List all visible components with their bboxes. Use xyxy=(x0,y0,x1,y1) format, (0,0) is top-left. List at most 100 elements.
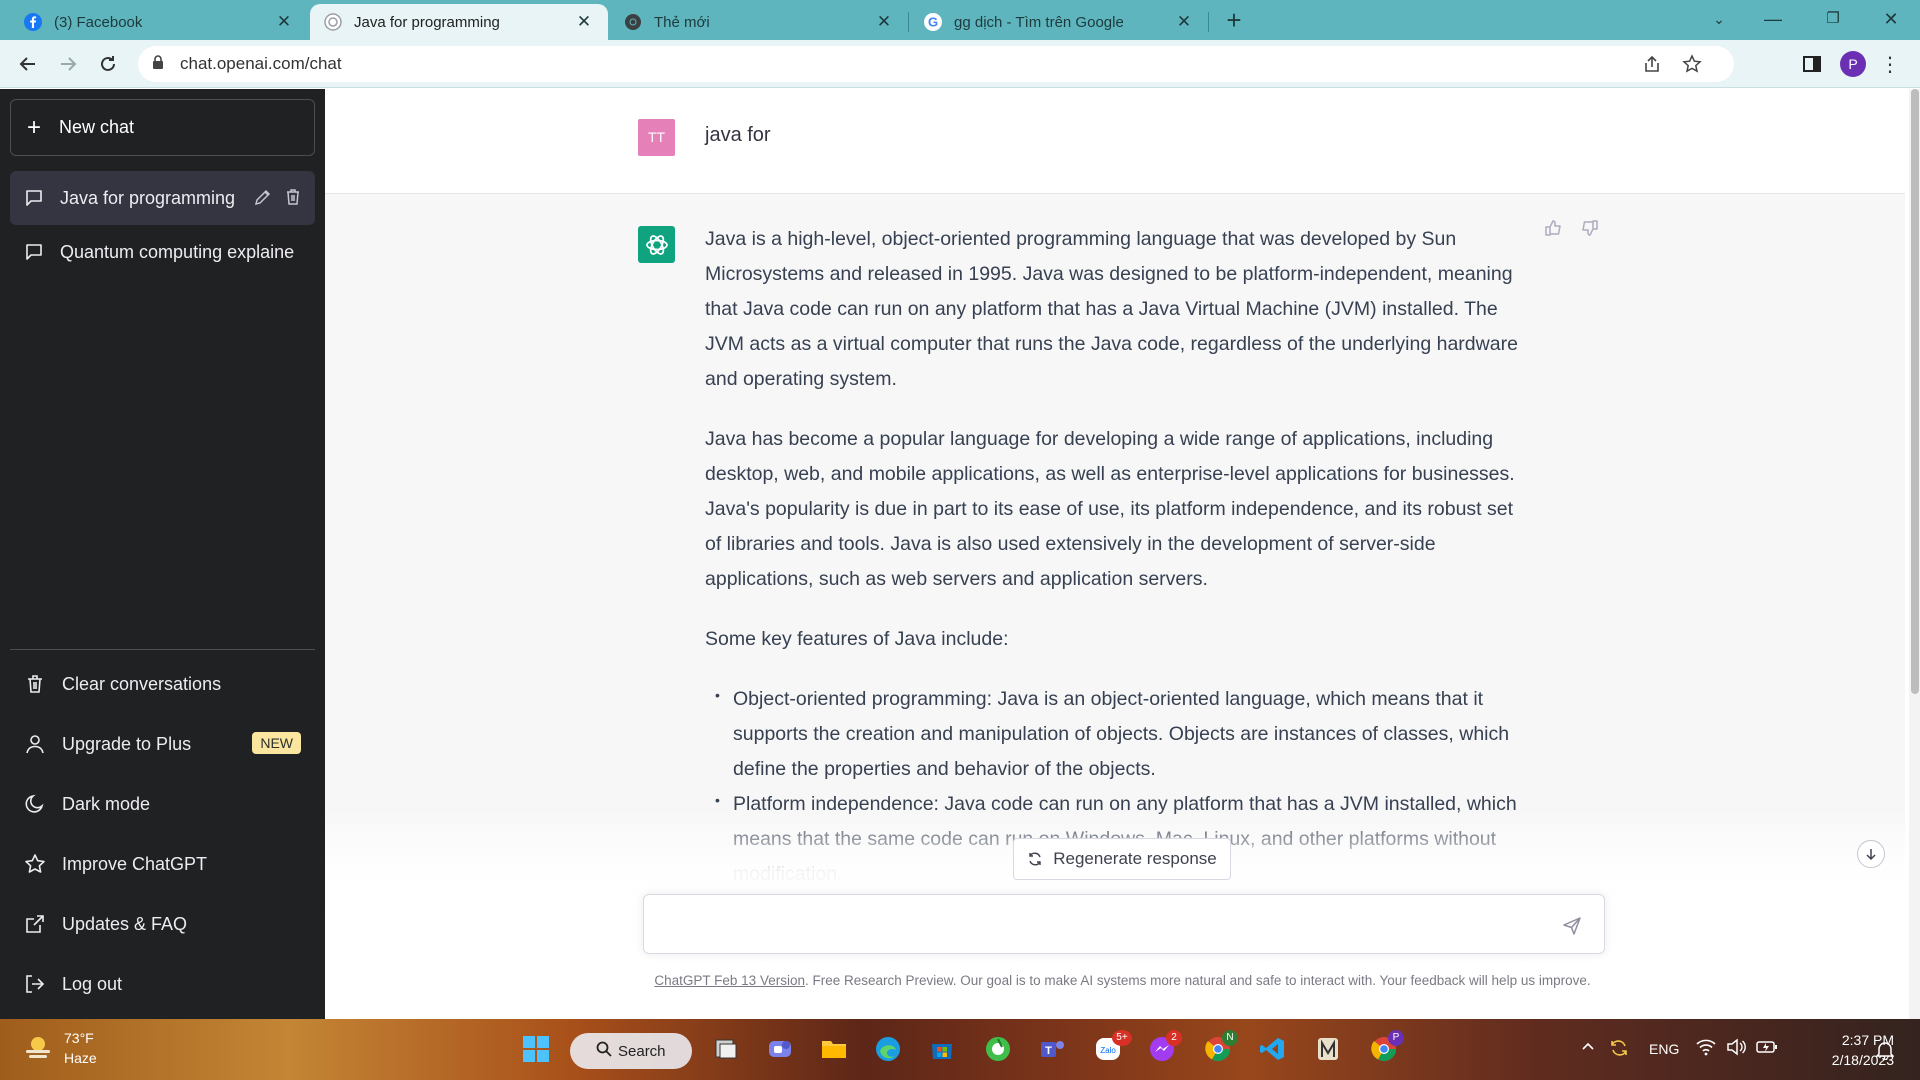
zalo-badge: 5+ xyxy=(1112,1030,1132,1046)
address-bar[interactable]: chat.openai.com/chat xyxy=(138,46,1734,82)
tab-java-for-programming[interactable]: Java for programming ✕ xyxy=(310,4,608,40)
assistant-answer: Java is a high-level, object-oriented pr… xyxy=(705,222,1525,892)
thumbs-up-icon[interactable] xyxy=(1544,218,1566,240)
reload-button[interactable] xyxy=(92,48,124,80)
show-hidden-icons-chevron[interactable] xyxy=(1580,1038,1596,1057)
back-button[interactable] xyxy=(12,48,44,80)
profile-avatar[interactable]: P xyxy=(1840,51,1866,77)
search-label: Search xyxy=(618,1042,666,1060)
user-avatar: TT xyxy=(638,119,675,156)
task-view-icon[interactable] xyxy=(706,1029,746,1069)
message-input[interactable] xyxy=(643,894,1605,954)
edge-browser-icon[interactable] xyxy=(868,1029,908,1069)
coc-coc-icon[interactable] xyxy=(978,1029,1018,1069)
chatgpt-icon xyxy=(324,13,342,31)
volume-icon[interactable] xyxy=(1726,1038,1746,1059)
chrome-p-badge: P xyxy=(1388,1030,1404,1046)
vscode-icon[interactable] xyxy=(1252,1029,1292,1069)
chatgpt-logo-icon xyxy=(638,226,675,263)
new-badge: NEW xyxy=(252,732,301,754)
conversation-item-java[interactable]: Java for programming xyxy=(10,171,315,225)
browser-menu-icon[interactable]: ⋮ xyxy=(1880,52,1900,78)
tab-search-icon[interactable]: ⌄ xyxy=(1696,4,1742,34)
restore-button[interactable]: ❐ xyxy=(1810,4,1856,34)
scrollbar-thumb[interactable] xyxy=(1911,89,1919,694)
tab-separator xyxy=(908,12,909,32)
windows-start-icon[interactable] xyxy=(516,1029,556,1069)
dark-mode-toggle[interactable]: Dark mode xyxy=(10,779,315,829)
updates-faq-link[interactable]: Updates & FAQ xyxy=(10,899,315,949)
user-message-text: java for xyxy=(705,124,771,146)
file-explorer-icon[interactable] xyxy=(814,1029,854,1069)
url-text: chat.openai.com/chat xyxy=(180,54,342,73)
tab-title: Java for programming xyxy=(354,13,500,31)
moon-icon xyxy=(24,793,46,815)
chrome-icon xyxy=(624,13,642,31)
tab-title: (3) Facebook xyxy=(54,13,143,31)
tab-title: gg dịch - Tìm trên Google xyxy=(954,13,1124,31)
close-window-button[interactable]: ✕ xyxy=(1868,4,1914,34)
microsoft-store-icon[interactable] xyxy=(922,1029,962,1069)
conversation-item-quantum[interactable]: Quantum computing explaine xyxy=(10,225,315,279)
search-icon xyxy=(596,1041,612,1061)
thumbs-down-icon[interactable] xyxy=(1579,218,1601,240)
delete-trash-icon[interactable] xyxy=(283,187,305,209)
close-tab-icon[interactable]: ✕ xyxy=(1174,12,1194,32)
regenerate-response-button[interactable]: Regenerate response xyxy=(1013,838,1231,880)
teams-icon[interactable]: T xyxy=(1032,1029,1072,1069)
taskbar-search[interactable]: Search xyxy=(570,1033,692,1069)
refresh-icon xyxy=(1029,852,1041,866)
weather-condition: Haze xyxy=(64,1050,97,1066)
sidebar-divider xyxy=(10,649,315,650)
browser-toolbar: chat.openai.com/chat P ⋮ xyxy=(0,40,1920,88)
new-chat-button[interactable]: + New chat xyxy=(10,99,315,156)
menu-label: Clear conversations xyxy=(62,673,222,694)
close-tab-icon[interactable]: ✕ xyxy=(874,12,894,32)
sync-icon[interactable] xyxy=(1608,1038,1630,1061)
menu-label: Updates & FAQ xyxy=(62,913,188,934)
edit-pencil-icon[interactable] xyxy=(253,187,275,209)
user-icon xyxy=(24,733,46,755)
teams-chat-icon[interactable] xyxy=(760,1029,800,1069)
log-out-button[interactable]: Log out xyxy=(10,959,315,1009)
answer-paragraph: Java has become a popular language for d… xyxy=(705,428,1515,590)
trash-icon xyxy=(24,673,46,695)
forward-button[interactable] xyxy=(52,48,84,80)
tab-new[interactable]: Thẻ mới ✕ xyxy=(610,4,908,40)
scroll-to-bottom-button[interactable] xyxy=(1857,840,1885,868)
list-item: Object-oriented programming: Java is an … xyxy=(715,678,1525,787)
upgrade-to-plus-button[interactable]: Upgrade to Plus NEW xyxy=(10,719,315,769)
chat-bubble-icon xyxy=(24,242,44,262)
language-indicator[interactable]: ENG xyxy=(1649,1041,1679,1057)
tab-title: Thẻ mới xyxy=(654,13,710,31)
battery-icon[interactable] xyxy=(1756,1038,1778,1059)
chrome-n-badge: N xyxy=(1222,1030,1238,1046)
answer-paragraph: Some key features of Java include: xyxy=(705,628,1009,650)
bookmark-star-icon[interactable] xyxy=(1682,54,1702,74)
conversation-label: Quantum computing explaine xyxy=(60,241,295,262)
user-message-row: TT java for xyxy=(325,89,1905,194)
tab-facebook[interactable]: (3) Facebook ✕ xyxy=(10,4,308,40)
arrow-down-icon xyxy=(1866,849,1876,861)
close-tab-icon[interactable]: ✕ xyxy=(274,12,294,32)
menu-label: Log out xyxy=(62,973,123,994)
plus-icon: + xyxy=(27,113,42,141)
side-panel-icon[interactable] xyxy=(1802,54,1824,76)
regenerate-label: Regenerate response xyxy=(1053,849,1217,868)
notification-bell-icon[interactable] xyxy=(1875,1040,1895,1063)
external-link-icon xyxy=(24,913,46,935)
lock-icon xyxy=(152,54,168,74)
improve-chatgpt-link[interactable]: Improve ChatGPT xyxy=(10,839,315,889)
app-icon[interactable] xyxy=(1308,1029,1348,1069)
tab-google-search[interactable]: G gg dịch - Tìm trên Google ✕ xyxy=(910,4,1208,40)
minimize-button[interactable]: — xyxy=(1750,4,1796,34)
version-link[interactable]: ChatGPT Feb 13 Version xyxy=(654,973,805,988)
send-icon[interactable] xyxy=(1562,915,1584,937)
new-tab-button[interactable]: + xyxy=(1218,6,1250,36)
clear-conversations-button[interactable]: Clear conversations xyxy=(10,659,315,709)
close-tab-icon[interactable]: ✕ xyxy=(574,12,594,32)
weather-widget[interactable]: 73°F Haze xyxy=(22,1028,132,1072)
wifi-icon[interactable] xyxy=(1696,1038,1716,1059)
chat-scrollbar[interactable] xyxy=(1909,89,1920,1019)
share-icon[interactable] xyxy=(1642,54,1662,74)
